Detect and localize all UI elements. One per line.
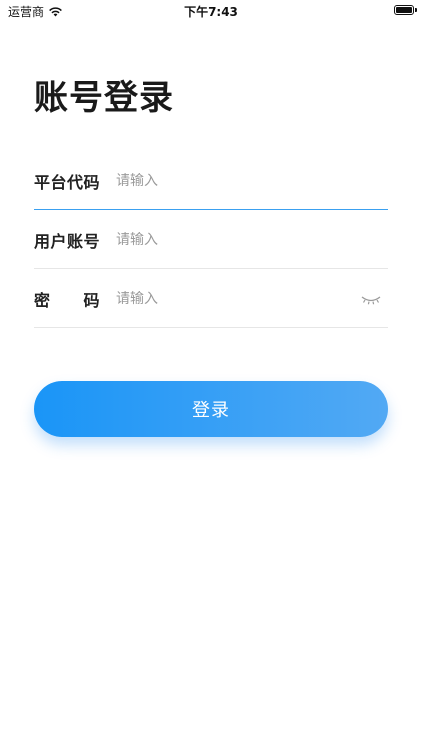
eye-closed-icon[interactable] (360, 292, 382, 306)
account-row: 用户账号 (34, 211, 388, 269)
password-row: 密 码 (34, 270, 388, 328)
status-time: 下午7:43 (184, 5, 238, 19)
status-bar: 运营商 下午7:43 (0, 0, 422, 22)
account-input[interactable] (116, 231, 388, 248)
password-label-char-1: 密 (34, 290, 51, 310)
platform-code-input[interactable] (116, 172, 388, 189)
platform-code-label: 平台代码 (34, 172, 101, 192)
platform-code-row: 平台代码 (34, 152, 388, 210)
password-label: 密 码 (34, 287, 100, 311)
password-label-char-2: 码 (83, 290, 100, 310)
battery-icon (394, 5, 417, 15)
login-button[interactable]: 登录 (34, 381, 388, 437)
battery-level (396, 7, 412, 13)
password-input[interactable] (116, 290, 360, 307)
account-label: 用户账号 (34, 231, 101, 251)
page-title: 账号登录 (34, 78, 174, 118)
